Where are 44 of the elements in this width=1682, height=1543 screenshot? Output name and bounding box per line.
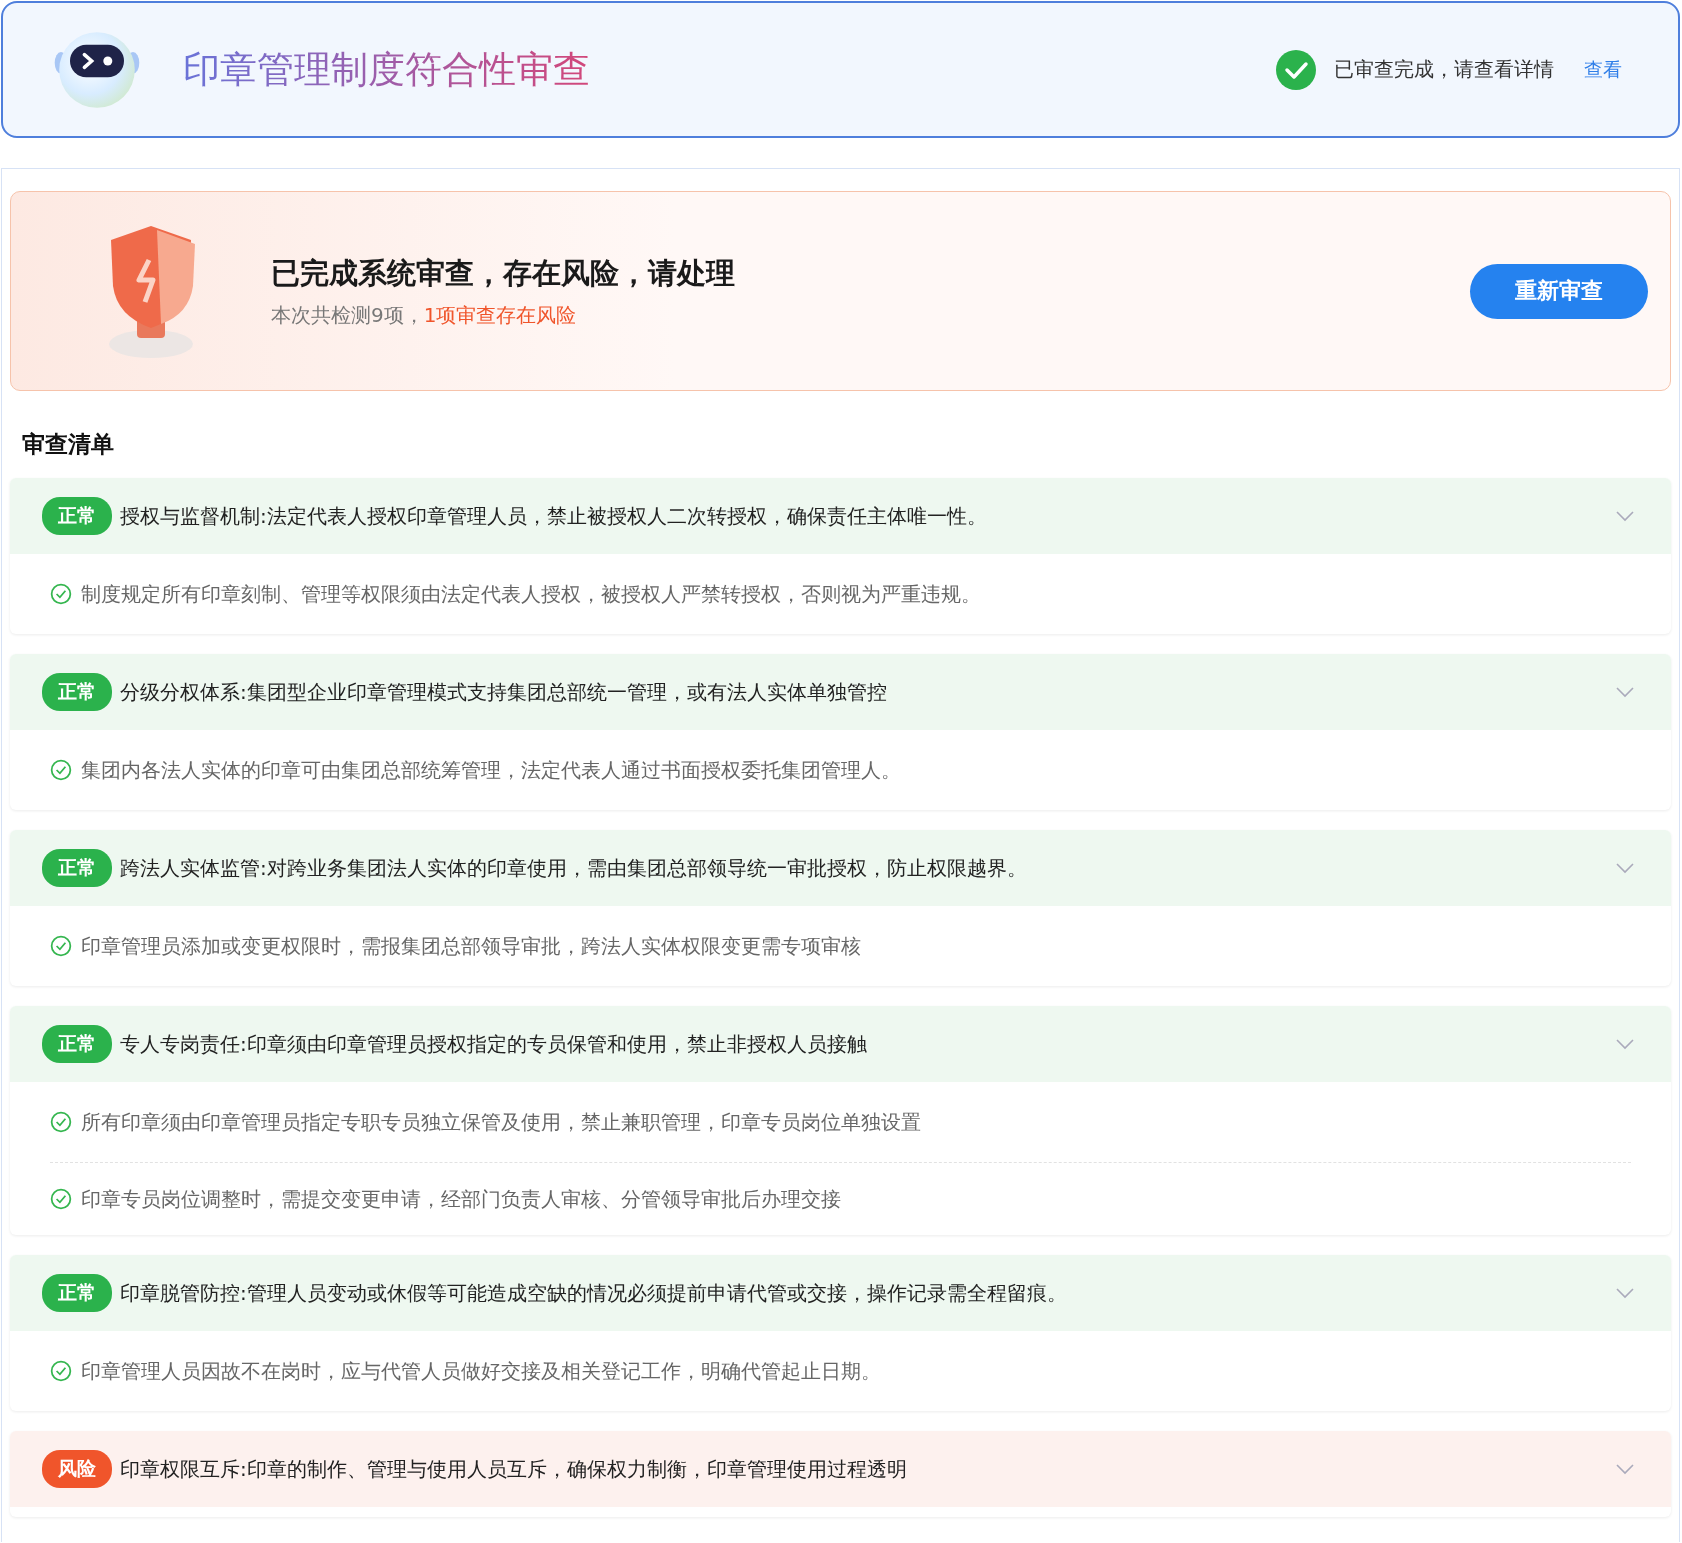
- chevron-icon[interactable]: [1615, 862, 1635, 874]
- status-badge: 正常: [42, 1274, 112, 1312]
- status-badge: 正常: [42, 1025, 112, 1063]
- item-header[interactable]: 正常 专人专岗责任:印章须由印章管理员授权指定的专员保管和使用，禁止非授权人员接触: [10, 1006, 1671, 1082]
- item-title: 印章权限互斥:印章的制作、管理与使用人员互斥，确保权力制衡，印章管理使用过程透明: [120, 1455, 908, 1483]
- item-title: 专人专岗责任:印章须由印章管理员授权指定的专员保管和使用，禁止非授权人员接触: [120, 1030, 868, 1058]
- check-circle-icon: [50, 1111, 72, 1133]
- status-badge: 正常: [42, 673, 112, 711]
- status-badge: 正常: [42, 849, 112, 887]
- chevron-icon[interactable]: [1615, 1287, 1635, 1299]
- check-point-text: 印章管理员添加或变更权限时，需报集团总部领导审批，跨法人实体权限变更需专项审核: [81, 932, 861, 960]
- item-header[interactable]: 正常 分级分权体系:集团型企业印章管理模式支持集团总部统一管理，或有法人实体单独管控: [10, 654, 1671, 730]
- check-circle-icon: [50, 759, 72, 781]
- check-point-text: 所有印章须由印章管理员指定专职专员独立保管及使用，禁止兼职管理，印章专员岗位单独设置: [81, 1108, 921, 1136]
- item-header[interactable]: 正常 授权与监督机制:法定代表人授权印章管理人员，禁止被授权人二次转授权，确保责任主体唯一性。: [10, 478, 1671, 554]
- check-circle-icon: [50, 583, 72, 605]
- check-circle-icon: [50, 935, 72, 957]
- view-link[interactable]: 查看: [1584, 56, 1622, 83]
- chevron-icon[interactable]: [1615, 510, 1635, 522]
- summary-text: 本次共检测9项，: [271, 302, 424, 327]
- risk-summary: 1项审查存在风险: [423, 302, 577, 327]
- item-header[interactable]: 风险 印章权限互斥:印章的制作、管理与使用人员互斥，确保权力制衡，印章管理使用过程透明: [10, 1431, 1671, 1507]
- item-header[interactable]: 正常 印章脱管防控:管理人员变动或休假等可能造成空缺的情况必须提前申请代管或交接，操作记录需全程留痕。: [10, 1255, 1671, 1331]
- item-header[interactable]: 正常 跨法人实体监管:对跨业务集团法人实体的印章使用，需由集团总部领导统一审批授权，防止权限越界。: [10, 830, 1671, 906]
- recheck-button[interactable]: 重新审查: [1470, 263, 1648, 319]
- status-badge: 风险: [42, 1450, 112, 1488]
- item-title: 印章脱管防控:管理人员变动或休假等可能造成空缺的情况必须提前申请代管或交接，操作记录需全程留痕。: [120, 1279, 1068, 1307]
- check-point-text: 制度规定所有印章刻制、管理等权限须由法定代表人授权，被授权人严禁转授权，否则视为严重违规。: [81, 580, 981, 608]
- check-circle-icon: [50, 1188, 72, 1210]
- item-title: 授权与监督机制:法定代表人授权印章管理人员，禁止被授权人二次转授权，确保责任主体唯一性。: [120, 502, 988, 530]
- status-badge: 正常: [42, 497, 112, 535]
- check-point-text: 印章专员岗位调整时，需提交变更申请，经部门负责人审核、分管领导审批后办理交接: [81, 1185, 841, 1213]
- section-title: 审查清单: [22, 430, 115, 459]
- status-text: 已审查完成，请查看详情: [1334, 56, 1554, 83]
- check-circle-icon: [1276, 49, 1316, 90]
- item-title: 跨法人实体监管:对跨业务集团法人实体的印章使用，需由集团总部领导统一审批授权，防止权限越界。: [120, 854, 1028, 882]
- chevron-icon[interactable]: [1615, 686, 1635, 698]
- check-point-text: 印章管理人员因故不在岗时，应与代管人员做好交接及相关登记工作，明确代管起止日期。: [81, 1357, 881, 1385]
- banner-title: 已完成系统审查，存在风险，请处理: [271, 254, 735, 292]
- check-circle-icon: [50, 1360, 72, 1382]
- chevron-icon[interactable]: [1615, 1463, 1635, 1475]
- check-point-text: 集团内各法人实体的印章可由集团总部统筹管理，法定代表人通过书面授权委托集团管理人。: [81, 756, 901, 784]
- item-title: 分级分权体系:集团型企业印章管理模式支持集团总部统一管理，或有法人实体单独管控: [120, 678, 888, 706]
- chevron-icon[interactable]: [1615, 1038, 1635, 1050]
